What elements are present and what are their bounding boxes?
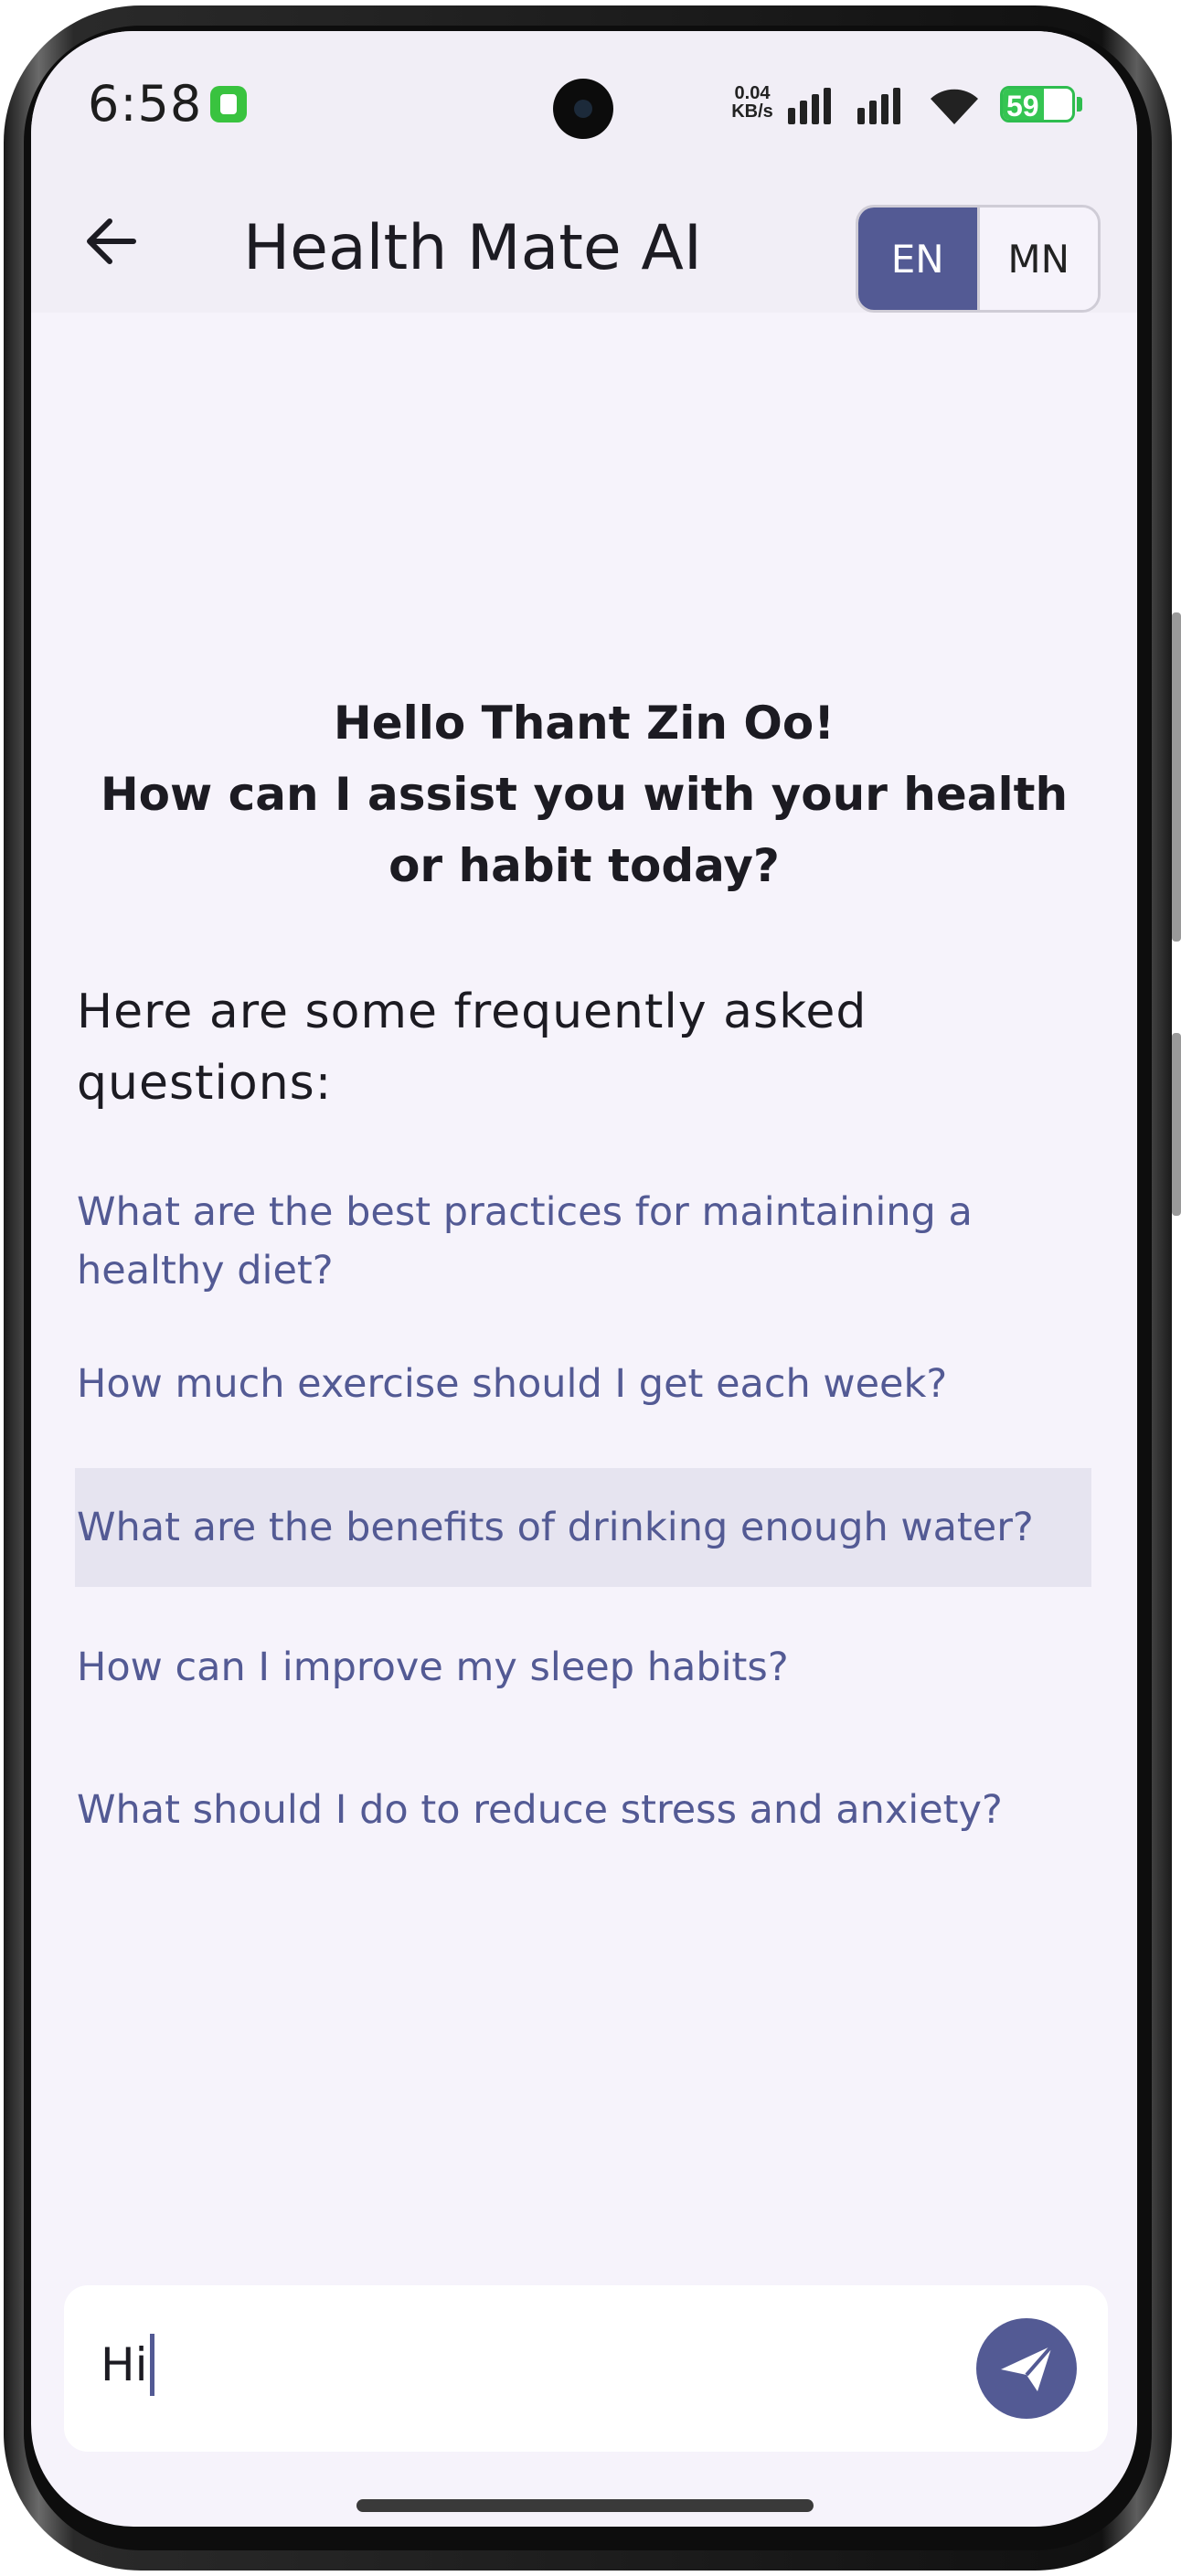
battery-percent: 59 [1006,90,1039,122]
send-button[interactable] [976,2318,1077,2419]
front-camera [553,79,613,139]
back-button[interactable] [75,205,148,278]
battery-cap [1077,97,1082,112]
net-speed: 0.04 KB/s [724,84,781,121]
status-bar: 6:58 0.04 KB/s 59 [31,31,1137,168]
net-speed-value: 0.04 [734,83,771,103]
phone-frame: 6:58 0.04 KB/s 59 Health Mate AI EN MN H… [0,0,1181,2576]
signal-icon [857,88,900,124]
net-speed-unit: KB/s [731,101,773,122]
message-input-value: Hi [101,2338,148,2391]
faq-heading: Here are some frequently asked questions… [77,985,867,1111]
greeting-question: How can I assist you with your health or… [100,768,1069,892]
status-time: 6:58 [88,75,203,133]
text-caret [149,2333,154,2396]
faq-item[interactable]: How can I improve my sleep habits? [75,1638,1091,1697]
faq-item[interactable]: What are the benefits of drinking enough… [75,1468,1091,1587]
app-bar: Health Mate AI EN MN [31,168,1137,313]
faq-item[interactable]: How much exercise should I get each week… [75,1355,1091,1413]
android-notification-icon [210,86,247,122]
greeting: Hello Thant Zin Oo! How can I assist you… [68,687,1101,901]
message-input[interactable]: Hi [101,2333,154,2396]
power-button [1172,1033,1181,1216]
home-indicator[interactable] [356,2499,814,2512]
battery-charging-icon: 59 [1000,86,1075,122]
faq-item[interactable]: What are the best practices for maintain… [75,1183,1091,1300]
faq-item[interactable]: What should I do to reduce stress and an… [75,1781,1091,1839]
screen: 6:58 0.04 KB/s 59 Health Mate AI EN MN H… [31,31,1137,2527]
language-option-en[interactable]: EN [858,208,977,310]
page-title: Health Mate AI [243,212,702,284]
send-icon [1001,2344,1054,2391]
language-option-mn[interactable]: MN [976,208,1098,310]
arrow-left-icon [87,218,136,264]
language-toggle: EN MN [856,205,1101,313]
signal-icon [788,88,831,124]
greeting-name: Hello Thant Zin Oo! [333,697,835,750]
message-composer: Hi [64,2285,1108,2452]
volume-button [1172,612,1181,942]
wifi-icon [931,89,978,124]
